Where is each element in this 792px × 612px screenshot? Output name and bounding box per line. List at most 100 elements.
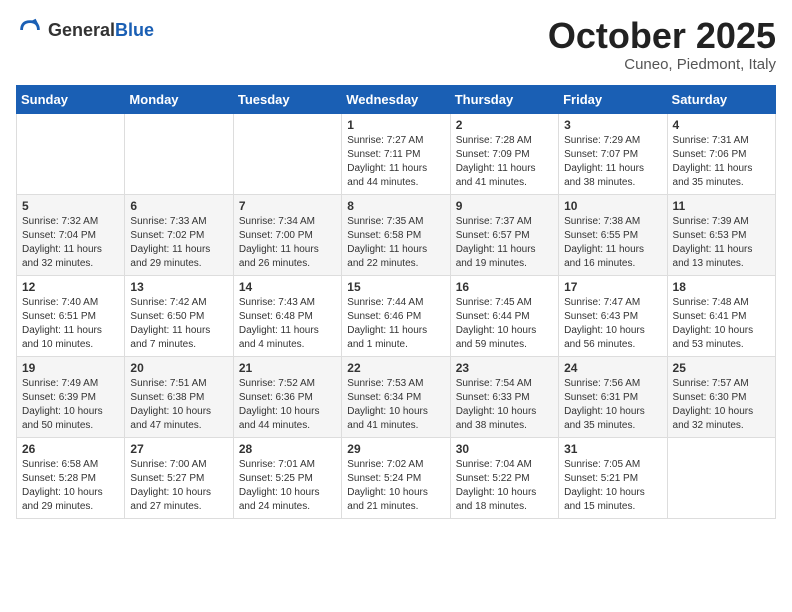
day-info: Sunrise: 7:38 AM Sunset: 6:55 PM Dayligh… — [564, 215, 661, 271]
header-tuesday: Tuesday — [233, 85, 341, 113]
calendar-cell: 2 Sunrise: 7:28 AM Sunset: 7:09 PM Daylig… — [450, 113, 558, 194]
day-number: 27 — [130, 442, 227, 456]
day-number: 17 — [564, 280, 661, 294]
calendar-cell: 14 Sunrise: 7:43 AM Sunset: 6:48 PM Dayli… — [233, 275, 341, 356]
day-info: Sunrise: 7:39 AM Sunset: 6:53 PM Dayligh… — [673, 215, 770, 271]
day-info: Sunrise: 7:04 AM Sunset: 5:22 PM Dayligh… — [456, 458, 553, 514]
header-thursday: Thursday — [450, 85, 558, 113]
calendar-cell — [17, 113, 125, 194]
calendar-cell: 3 Sunrise: 7:29 AM Sunset: 7:07 PM Daylig… — [559, 113, 667, 194]
calendar-cell: 15Sunrise: 7:44 AM Sunset: 6:46 PM Dayli… — [342, 275, 450, 356]
calendar-cell — [233, 113, 341, 194]
day-info: Sunrise: 7:56 AM Sunset: 6:31 PM Dayligh… — [564, 377, 661, 433]
title-block: October 2025 Cuneo, Piedmont, Italy — [548, 16, 776, 73]
day-info: Sunrise: 7:47 AM Sunset: 6:43 PM Dayligh… — [564, 296, 661, 352]
day-info: Sunrise: 7:49 AM Sunset: 6:39 PM Dayligh… — [22, 377, 119, 433]
calendar-cell: 8Sunrise: 7:35 AM Sunset: 6:58 PM Daylig… — [342, 194, 450, 275]
day-number: 2 — [456, 118, 553, 132]
day-number: 5 — [22, 199, 119, 213]
calendar-cell: 20 Sunrise: 7:51 AM Sunset: 6:38 PM Dayli… — [125, 356, 233, 437]
calendar-cell: 17 Sunrise: 7:47 AM Sunset: 6:43 PM Dayli… — [559, 275, 667, 356]
day-number: 16 — [456, 280, 553, 294]
day-info: Sunrise: 7:01 AM Sunset: 5:25 PM Dayligh… — [239, 458, 336, 514]
day-number: 18 — [673, 280, 770, 294]
day-number: 13 — [130, 280, 227, 294]
logo-icon — [16, 16, 44, 44]
day-number: 23 — [456, 361, 553, 375]
day-info: Sunrise: 7:34 AM Sunset: 7:00 PM Dayligh… — [239, 215, 336, 271]
header-monday: Monday — [125, 85, 233, 113]
day-info: Sunrise: 7:05 AM Sunset: 5:21 PM Dayligh… — [564, 458, 661, 514]
day-number: 7 — [239, 199, 336, 213]
location-title: Cuneo, Piedmont, Italy — [548, 56, 776, 73]
calendar-cell: 16 Sunrise: 7:45 AM Sunset: 6:44 PM Dayli… — [450, 275, 558, 356]
week-row-4: 19 Sunrise: 7:49 AM Sunset: 6:39 PM Dayli… — [17, 356, 776, 437]
day-info: Sunrise: 7:43 AM Sunset: 6:48 PM Dayligh… — [239, 296, 336, 352]
logo: GeneralBlue — [16, 16, 154, 44]
calendar-cell — [125, 113, 233, 194]
header-saturday: Saturday — [667, 85, 775, 113]
day-number: 12 — [22, 280, 119, 294]
logo-text: GeneralBlue — [48, 20, 154, 41]
calendar-cell: 28Sunrise: 7:01 AM Sunset: 5:25 PM Dayli… — [233, 437, 341, 518]
logo-blue: Blue — [115, 20, 154, 40]
calendar-cell: 12Sunrise: 7:40 AM Sunset: 6:51 PM Dayli… — [17, 275, 125, 356]
day-info: Sunrise: 7:37 AM Sunset: 6:57 PM Dayligh… — [456, 215, 553, 271]
header-sunday: Sunday — [17, 85, 125, 113]
day-info: Sunrise: 7:02 AM Sunset: 5:24 PM Dayligh… — [347, 458, 444, 514]
calendar-cell: 29 Sunrise: 7:02 AM Sunset: 5:24 PM Dayli… — [342, 437, 450, 518]
day-info: Sunrise: 7:42 AM Sunset: 6:50 PM Dayligh… — [130, 296, 227, 352]
week-row-2: 5 Sunrise: 7:32 AM Sunset: 7:04 PM Daylig… — [17, 194, 776, 275]
calendar-cell: 19 Sunrise: 7:49 AM Sunset: 6:39 PM Dayli… — [17, 356, 125, 437]
calendar-cell: 27Sunrise: 7:00 AM Sunset: 5:27 PM Dayli… — [125, 437, 233, 518]
day-number: 22 — [347, 361, 444, 375]
day-number: 19 — [22, 361, 119, 375]
day-number: 25 — [673, 361, 770, 375]
day-info: Sunrise: 7:31 AM Sunset: 7:06 PM Dayligh… — [673, 134, 770, 190]
calendar-cell: 9 Sunrise: 7:37 AM Sunset: 6:57 PM Daylig… — [450, 194, 558, 275]
day-info: Sunrise: 7:45 AM Sunset: 6:44 PM Dayligh… — [456, 296, 553, 352]
calendar-cell: 1 Sunrise: 7:27 AM Sunset: 7:11 PM Daylig… — [342, 113, 450, 194]
calendar-cell: 23 Sunrise: 7:54 AM Sunset: 6:33 PM Dayli… — [450, 356, 558, 437]
day-number: 1 — [347, 118, 444, 132]
day-number: 29 — [347, 442, 444, 456]
calendar-cell: 25Sunrise: 7:57 AM Sunset: 6:30 PM Dayli… — [667, 356, 775, 437]
calendar-cell: 30 Sunrise: 7:04 AM Sunset: 5:22 PM Dayli… — [450, 437, 558, 518]
week-row-1: 1 Sunrise: 7:27 AM Sunset: 7:11 PM Daylig… — [17, 113, 776, 194]
header-friday: Friday — [559, 85, 667, 113]
day-number: 9 — [456, 199, 553, 213]
day-info: Sunrise: 7:32 AM Sunset: 7:04 PM Dayligh… — [22, 215, 119, 271]
month-title: October 2025 — [548, 16, 776, 56]
day-number: 21 — [239, 361, 336, 375]
day-info: Sunrise: 7:53 AM Sunset: 6:34 PM Dayligh… — [347, 377, 444, 433]
week-row-5: 26Sunrise: 6:58 AM Sunset: 5:28 PM Dayli… — [17, 437, 776, 518]
calendar-cell: 22 Sunrise: 7:53 AM Sunset: 6:34 PM Dayli… — [342, 356, 450, 437]
calendar-cell: 6 Sunrise: 7:33 AM Sunset: 7:02 PM Daylig… — [125, 194, 233, 275]
day-info: Sunrise: 7:52 AM Sunset: 6:36 PM Dayligh… — [239, 377, 336, 433]
day-number: 8 — [347, 199, 444, 213]
calendar-cell: 31Sunrise: 7:05 AM Sunset: 5:21 PM Dayli… — [559, 437, 667, 518]
day-number: 30 — [456, 442, 553, 456]
day-info: Sunrise: 7:33 AM Sunset: 7:02 PM Dayligh… — [130, 215, 227, 271]
calendar-cell: 11Sunrise: 7:39 AM Sunset: 6:53 PM Dayli… — [667, 194, 775, 275]
day-number: 26 — [22, 442, 119, 456]
day-number: 14 — [239, 280, 336, 294]
day-number: 24 — [564, 361, 661, 375]
day-info: Sunrise: 7:51 AM Sunset: 6:38 PM Dayligh… — [130, 377, 227, 433]
day-info: Sunrise: 7:29 AM Sunset: 7:07 PM Dayligh… — [564, 134, 661, 190]
day-info: Sunrise: 7:54 AM Sunset: 6:33 PM Dayligh… — [456, 377, 553, 433]
header-wednesday: Wednesday — [342, 85, 450, 113]
calendar-cell: 18Sunrise: 7:48 AM Sunset: 6:41 PM Dayli… — [667, 275, 775, 356]
day-info: Sunrise: 7:44 AM Sunset: 6:46 PM Dayligh… — [347, 296, 444, 352]
day-number: 3 — [564, 118, 661, 132]
week-row-3: 12Sunrise: 7:40 AM Sunset: 6:51 PM Dayli… — [17, 275, 776, 356]
calendar-cell — [667, 437, 775, 518]
weekday-header-row: Sunday Monday Tuesday Wednesday Thursday… — [17, 85, 776, 113]
day-number: 20 — [130, 361, 227, 375]
page-header: GeneralBlue October 2025 Cuneo, Piedmont… — [16, 16, 776, 73]
calendar-cell: 26Sunrise: 6:58 AM Sunset: 5:28 PM Dayli… — [17, 437, 125, 518]
day-number: 6 — [130, 199, 227, 213]
calendar-cell: 4Sunrise: 7:31 AM Sunset: 7:06 PM Daylig… — [667, 113, 775, 194]
day-info: Sunrise: 7:28 AM Sunset: 7:09 PM Dayligh… — [456, 134, 553, 190]
day-info: Sunrise: 7:27 AM Sunset: 7:11 PM Dayligh… — [347, 134, 444, 190]
